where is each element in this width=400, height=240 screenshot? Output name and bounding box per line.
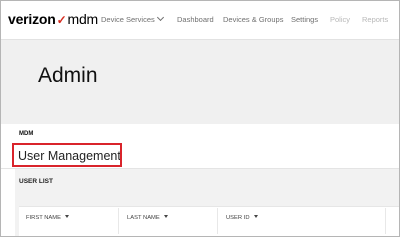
column-divider (385, 208, 386, 234)
user-list-title: USER LIST (19, 178, 53, 185)
nav-devices-groups[interactable]: Devices & Groups (223, 15, 283, 24)
nav-device-services[interactable]: Device Services (101, 13, 164, 24)
highlight-box (12, 143, 122, 167)
tab-mdm[interactable]: MDM (19, 131, 33, 137)
column-divider (118, 208, 119, 234)
logo-mdm-text: mdm (67, 11, 98, 27)
logo-verizon-text: verizon (8, 11, 56, 27)
top-navigation: verizon✓mdm Device Services Dashboard De… (1, 1, 399, 40)
sort-caret-icon (65, 215, 69, 218)
page-title: Admin (38, 64, 98, 87)
nav-settings[interactable]: Settings (291, 15, 318, 24)
column-last-name[interactable]: LAST NAME (127, 215, 168, 221)
nav-reports: Reports (362, 15, 389, 24)
app-window: verizon✓mdm Device Services Dashboard De… (0, 0, 400, 237)
column-first-name-label: FIRST NAME (26, 215, 61, 221)
column-last-name-label: LAST NAME (127, 215, 160, 221)
column-first-name[interactable]: FIRST NAME (26, 215, 69, 221)
column-user-id[interactable]: USER ID (226, 215, 258, 221)
verizon-mdm-logo[interactable]: verizon✓mdm (8, 11, 98, 27)
sort-caret-icon (253, 215, 258, 218)
column-user-id-label: USER ID (226, 215, 250, 221)
column-divider (217, 208, 218, 234)
sort-caret-icon (163, 215, 168, 218)
nav-dashboard[interactable]: Dashboard (177, 15, 214, 24)
logo-check-icon: ✓ (56, 13, 67, 27)
nav-device-services-label: Device Services (101, 15, 155, 24)
chevron-down-icon (156, 13, 164, 22)
user-table-header (19, 206, 399, 236)
nav-policy: Policy (330, 15, 351, 24)
